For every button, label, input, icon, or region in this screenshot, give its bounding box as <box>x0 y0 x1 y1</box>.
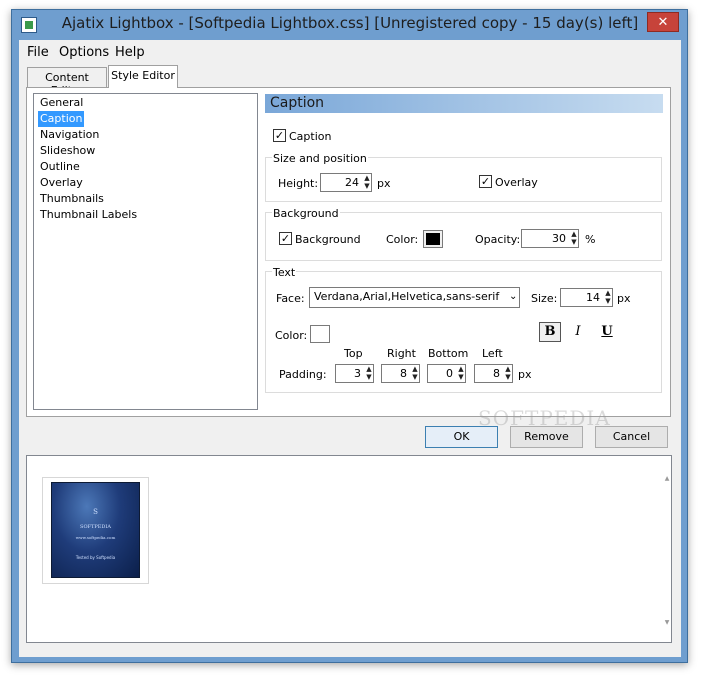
background-color-picker[interactable] <box>423 230 443 248</box>
list-item-thumbnail-labels[interactable]: Thumbnail Labels <box>38 207 139 223</box>
remove-button[interactable]: Remove <box>510 426 583 448</box>
text-group-label: Text <box>272 266 297 279</box>
padding-top-spin-up[interactable]: ▲ <box>364 366 374 373</box>
background-group-label: Background <box>272 207 340 220</box>
font-face-select[interactable]: Verdana,Arial,Helvetica,sans-serif <box>309 287 520 308</box>
text-color-swatch[interactable] <box>310 325 330 343</box>
opacity-unit: % <box>585 233 596 246</box>
padding-bottom-spin-up[interactable]: ▲ <box>456 366 466 373</box>
height-unit: px <box>377 177 391 190</box>
ok-button[interactable]: OK <box>425 426 498 448</box>
close-button[interactable]: ✕ <box>647 12 679 32</box>
font-size-spin-down[interactable]: ▼ <box>603 298 613 305</box>
padding-left-header: Left <box>482 347 503 360</box>
height-label: Height: <box>278 177 319 190</box>
italic-button[interactable]: I <box>567 322 589 342</box>
thumbnail-image[interactable] <box>51 482 140 578</box>
height-spin-up[interactable]: ▲ <box>362 175 372 182</box>
opacity-spin-up[interactable]: ▲ <box>569 231 579 238</box>
padding-bottom-header: Bottom <box>428 347 469 360</box>
padding-label: Padding: <box>279 368 327 381</box>
thumbnail-logo-letter: S <box>93 508 98 516</box>
padding-top-spin-down[interactable]: ▼ <box>364 374 374 381</box>
padding-right-header: Right <box>387 347 416 360</box>
font-face-value: Verdana,Arial,Helvetica,sans-serif <box>314 290 500 303</box>
list-item-caption[interactable]: Caption <box>38 111 85 127</box>
bold-button[interactable]: B <box>539 322 561 342</box>
text-color-label: Color: <box>275 329 308 342</box>
app-icon[interactable] <box>21 17 37 33</box>
overlay-checkbox-label: Overlay <box>495 176 538 189</box>
section-title: Caption <box>270 95 325 111</box>
menu-options[interactable]: Options <box>59 45 109 60</box>
tab-style-editor[interactable]: Style Editor <box>108 65 178 88</box>
list-item-outline[interactable]: Outline <box>38 159 82 175</box>
list-item-overlay[interactable]: Overlay <box>38 175 85 191</box>
list-item-general[interactable]: General <box>38 95 85 111</box>
list-item-navigation[interactable]: Navigation <box>38 127 101 143</box>
background-checkbox[interactable]: ✓ <box>279 232 292 245</box>
window-title: Ajatix Lightbox - [Softpedia Lightbox.cs… <box>61 14 639 32</box>
background-color-swatch <box>426 233 440 245</box>
app-icon-mark <box>25 21 33 29</box>
cancel-button[interactable]: Cancel <box>595 426 668 448</box>
size-label: Size: <box>531 292 558 305</box>
opacity-label: Opacity: <box>475 233 521 246</box>
opacity-spin-down[interactable]: ▼ <box>569 239 579 246</box>
list-item-thumbnails[interactable]: Thumbnails <box>38 191 106 207</box>
face-label: Face: <box>276 292 305 305</box>
section-header-bar <box>265 94 663 113</box>
size-position-label: Size and position <box>272 152 368 165</box>
underline-button[interactable]: U <box>596 322 618 342</box>
padding-top-header: Top <box>344 347 363 360</box>
padding-unit: px <box>518 368 532 381</box>
background-checkbox-label: Background <box>295 233 361 246</box>
caption-checkbox[interactable]: ✓ <box>273 129 286 142</box>
preview-scroll-down[interactable]: ▼ <box>662 619 672 626</box>
list-item-slideshow[interactable]: Slideshow <box>38 143 97 159</box>
padding-right-spin-up[interactable]: ▲ <box>410 366 420 373</box>
thumbnail-tested-text: Tested by Softpedia <box>75 555 116 560</box>
font-size-unit: px <box>617 292 631 305</box>
padding-right-spin-down[interactable]: ▼ <box>410 374 420 381</box>
menu-file[interactable]: File <box>27 45 49 60</box>
tab-content-editor[interactable]: Content Editor <box>27 67 107 97</box>
padding-left-spin-down[interactable]: ▼ <box>503 374 513 381</box>
background-color-label: Color: <box>386 233 419 246</box>
font-size-spin-up[interactable]: ▲ <box>603 290 613 297</box>
thumbnail-url: www.softpedia.com <box>75 535 116 540</box>
overlay-checkbox[interactable]: ✓ <box>479 175 492 188</box>
menu-help[interactable]: Help <box>115 45 145 60</box>
chevron-down-icon[interactable]: ⌄ <box>509 291 517 302</box>
caption-checkbox-label: Caption <box>289 130 332 143</box>
preview-scroll-up[interactable]: ▲ <box>662 475 672 482</box>
padding-bottom-spin-down[interactable]: ▼ <box>456 374 466 381</box>
height-spin-down[interactable]: ▼ <box>362 183 372 190</box>
thumbnail-logo-text: SOFTPEDIA <box>80 524 111 530</box>
padding-left-spin-up[interactable]: ▲ <box>503 366 513 373</box>
